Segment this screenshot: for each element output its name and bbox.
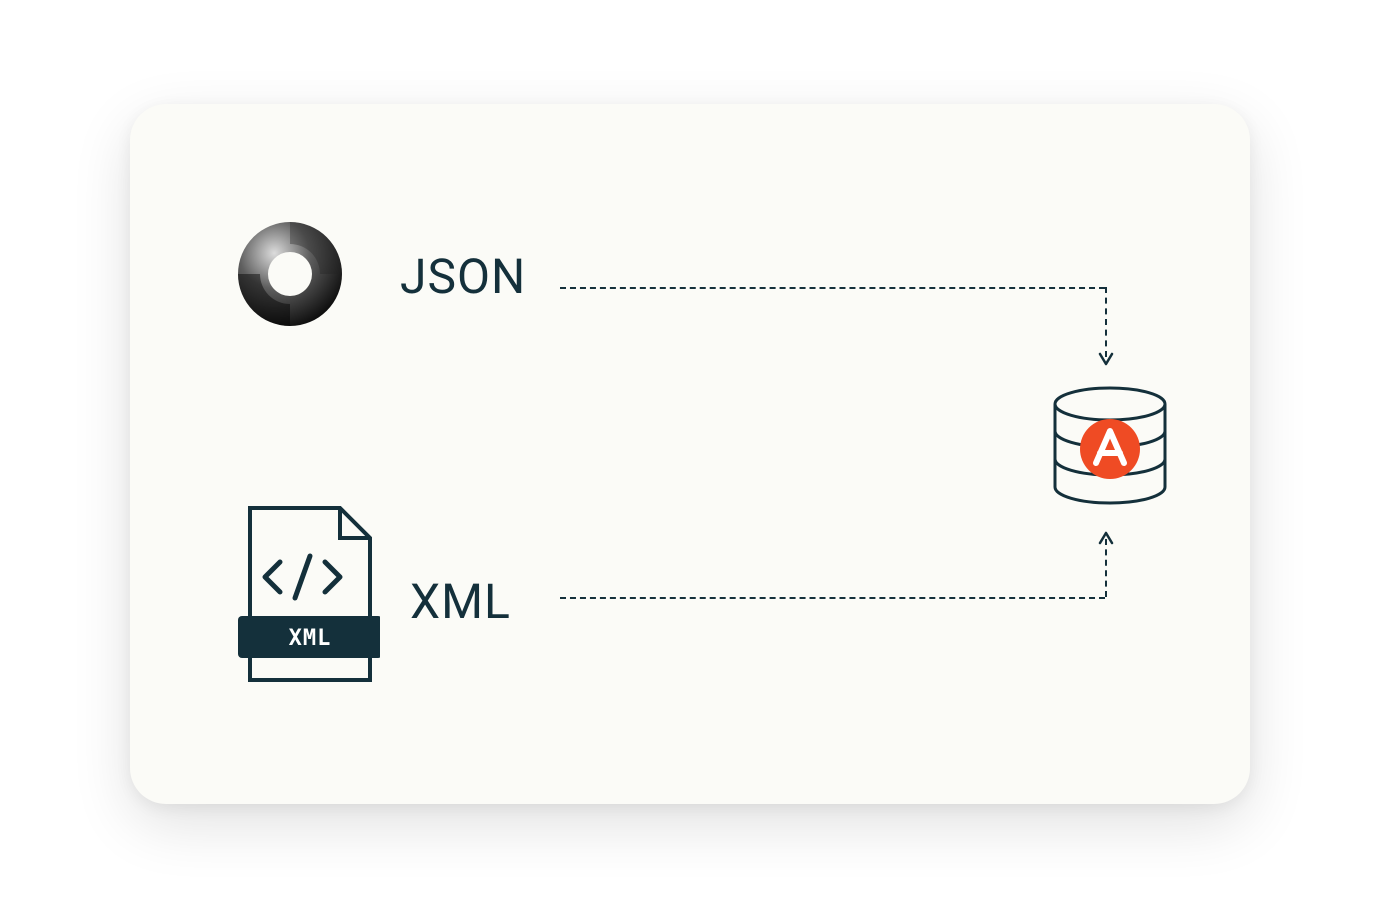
connector-json-vertical xyxy=(1105,287,1107,357)
connector-xml-horizontal xyxy=(560,597,1105,599)
database-icon xyxy=(1040,379,1180,523)
json-logo-icon xyxy=(230,214,350,338)
xml-badge-text: XML xyxy=(289,626,332,651)
arrow-down-icon xyxy=(1098,352,1114,372)
json-label: JSON xyxy=(400,248,526,305)
xml-file-icon: XML xyxy=(230,504,380,698)
connector-json-horizontal xyxy=(560,287,1105,289)
xml-label: XML xyxy=(410,573,511,630)
source-xml: XML XML xyxy=(230,504,511,698)
arrow-up-icon xyxy=(1098,529,1114,549)
source-json: JSON xyxy=(230,214,526,338)
diagram-card: JSON XML XML xyxy=(130,104,1250,804)
